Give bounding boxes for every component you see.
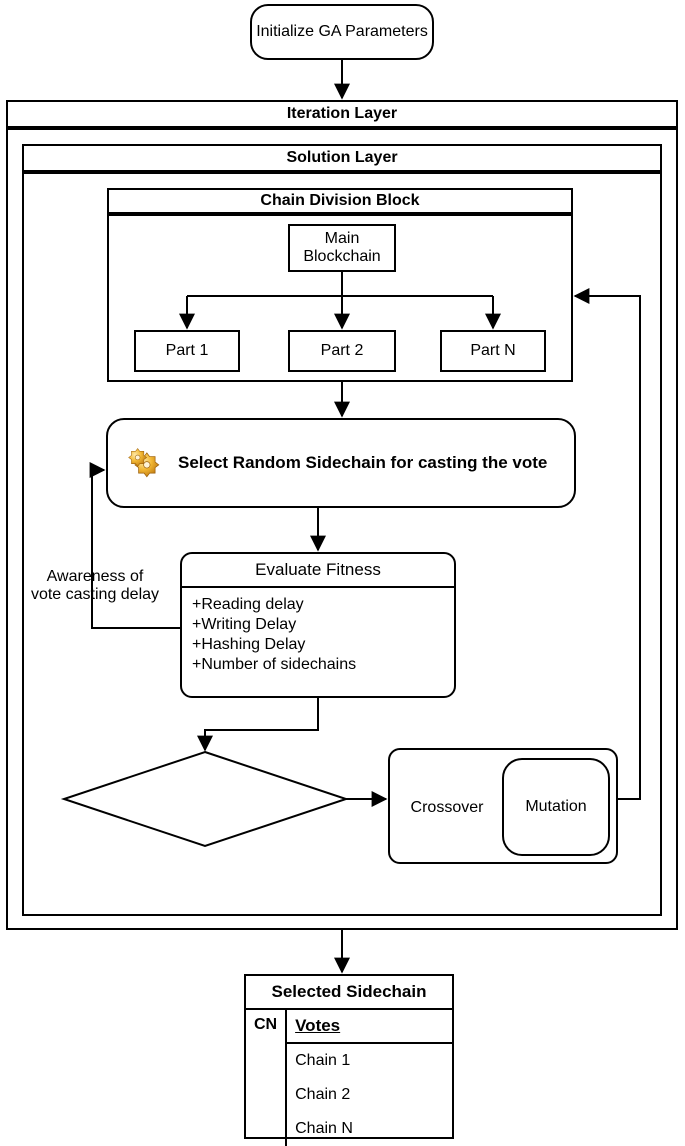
part-1-box: Part 1	[134, 330, 240, 372]
solution-layer-title: Solution Layer	[22, 144, 662, 172]
part-2-box: Part 2	[288, 330, 396, 372]
part-1-label: Part 1	[166, 342, 209, 360]
init-ga-parameters: Initialize GA Parameters	[250, 4, 434, 60]
gear-icon	[122, 440, 168, 486]
select-random-sidechain-box: Select Random Sidechain for casting the …	[106, 418, 576, 508]
chain-division-title: Chain Division Block	[107, 188, 573, 214]
main-blockchain-label: Main Blockchain	[294, 230, 390, 266]
part-n-box: Part N	[440, 330, 546, 372]
iteration-layer-label: Iteration Layer	[287, 105, 397, 123]
fitness-title-label: Evaluate Fitness	[255, 560, 381, 579]
fitness-title: Evaluate Fitness	[182, 554, 454, 588]
crossover-label-wrap: Crossover	[394, 750, 500, 866]
selected-table: CN Votes Chain 1 Chain 2 Chain N	[246, 1010, 452, 1146]
fitness-item-1: +Writing Delay	[192, 616, 444, 634]
select-random-label: Select Random Sidechain for casting the …	[178, 453, 547, 473]
votes-column: Votes Chain 1 Chain 2 Chain N	[287, 1010, 452, 1146]
table-row: Chain 1	[287, 1044, 452, 1078]
selected-title-label: Selected Sidechain	[272, 982, 427, 1001]
fitness-item-3: +Number of sidechains	[192, 656, 444, 674]
crossover-mutation-box: Crossover Mutation	[388, 748, 618, 864]
selected-sidechain-box: Selected Sidechain CN Votes Chain 1 Chai…	[244, 974, 454, 1139]
fitness-body: +Reading delay +Writing Delay +Hashing D…	[182, 588, 454, 682]
table-row: Chain 2	[287, 1078, 452, 1112]
awareness-label: Awareness of vote casting delay	[30, 568, 160, 604]
votes-header-label: Votes	[295, 1016, 340, 1035]
awareness-text: Awareness of vote casting delay	[31, 568, 159, 603]
check-quality-label-wrap: Check Sidechain Quality	[90, 790, 320, 810]
cn-header: CN	[246, 1010, 287, 1146]
solution-layer-label: Solution Layer	[286, 149, 397, 167]
fitness-item-0: +Reading delay	[192, 596, 444, 614]
check-quality-label: Check Sidechain Quality	[112, 790, 297, 809]
mutation-label-wrap: Mutation	[502, 758, 610, 856]
mutation-label: Mutation	[525, 798, 586, 816]
main-blockchain-box: Main Blockchain	[288, 224, 396, 272]
votes-header: Votes	[287, 1010, 452, 1044]
evaluate-fitness-box: Evaluate Fitness +Reading delay +Writing…	[180, 552, 456, 698]
part-n-label: Part N	[470, 342, 515, 360]
part-2-label: Part 2	[321, 342, 364, 360]
cn-label: CN	[254, 1016, 277, 1033]
chain-division-label: Chain Division Block	[260, 192, 419, 210]
crossover-label: Crossover	[411, 799, 484, 817]
fitness-item-2: +Hashing Delay	[192, 636, 444, 654]
init-label: Initialize GA Parameters	[256, 23, 428, 41]
iteration-layer-title: Iteration Layer	[6, 100, 678, 128]
table-row: Chain N	[287, 1112, 452, 1146]
selected-title: Selected Sidechain	[246, 976, 452, 1010]
